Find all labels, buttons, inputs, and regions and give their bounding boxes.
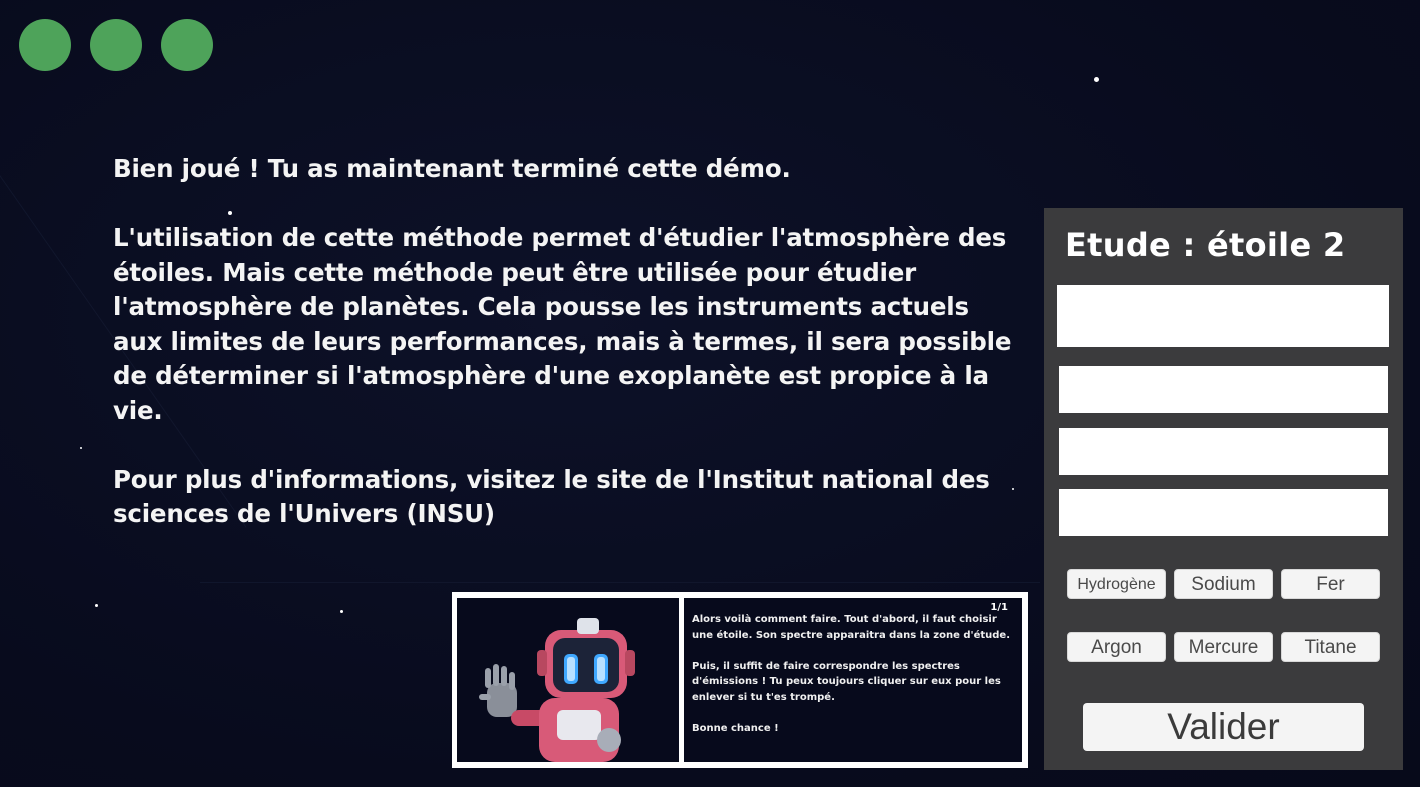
message-paragraph: Pour plus d'informations, visitez le sit…: [113, 464, 990, 529]
star: [1094, 77, 1099, 82]
argon-button[interactable]: Argon: [1067, 632, 1166, 662]
star-spectrum-slot[interactable]: [1057, 285, 1389, 347]
green-circle-button[interactable]: [161, 19, 213, 71]
end-demo-message: Bien joué ! Tu as maintenant terminé cet…: [113, 152, 1023, 566]
mercury-button[interactable]: Mercure: [1174, 632, 1273, 662]
dialog-paragraph: Alors voilà comment faire. Tout d'abord,…: [692, 614, 1011, 641]
robot-portrait: [457, 598, 679, 762]
hydrogen-button[interactable]: Hydrogène: [1067, 569, 1166, 599]
titanium-button[interactable]: Titane: [1281, 632, 1380, 662]
iron-button[interactable]: Fer: [1281, 569, 1380, 599]
dialog-paragraph: Puis, il suffit de faire correspondre le…: [692, 660, 1001, 703]
window-controls: [19, 19, 213, 71]
star: [80, 447, 82, 449]
panel-title: Etude : étoile 2: [1065, 226, 1346, 264]
dialog-paragraph: Bonne chance !: [692, 722, 779, 734]
validate-button[interactable]: Valider: [1083, 703, 1364, 751]
element-spectrum-slot[interactable]: [1059, 428, 1388, 475]
dialog-text: Alors voilà comment faire. Tout d'abord,…: [692, 612, 1014, 752]
background-streak: [200, 582, 1040, 583]
study-panel: Etude : étoile 2 Hydrogène Sodium Fer Ar…: [1044, 208, 1403, 770]
star: [340, 610, 343, 613]
star: [95, 604, 98, 607]
game-scene: Bien joué ! Tu as maintenant terminé cet…: [0, 0, 1420, 787]
element-spectrum-slot[interactable]: [1059, 366, 1388, 413]
sodium-button[interactable]: Sodium: [1174, 569, 1273, 599]
robot-icon: [479, 618, 635, 762]
robot-antenna: [577, 618, 599, 634]
green-circle-button[interactable]: [19, 19, 71, 71]
message-paragraph: Bien joué ! Tu as maintenant terminé cet…: [113, 154, 791, 183]
dialog-text-box: 1/1 Alors voilà comment faire. Tout d'ab…: [684, 598, 1022, 762]
green-circle-button[interactable]: [90, 19, 142, 71]
message-paragraph: L'utilisation de cette méthode permet d'…: [113, 223, 1012, 425]
guide-dialog: 1/1 Alors voilà comment faire. Tout d'ab…: [452, 592, 1028, 768]
element-spectrum-slot[interactable]: [1059, 489, 1388, 536]
robot-hand: [479, 664, 517, 717]
